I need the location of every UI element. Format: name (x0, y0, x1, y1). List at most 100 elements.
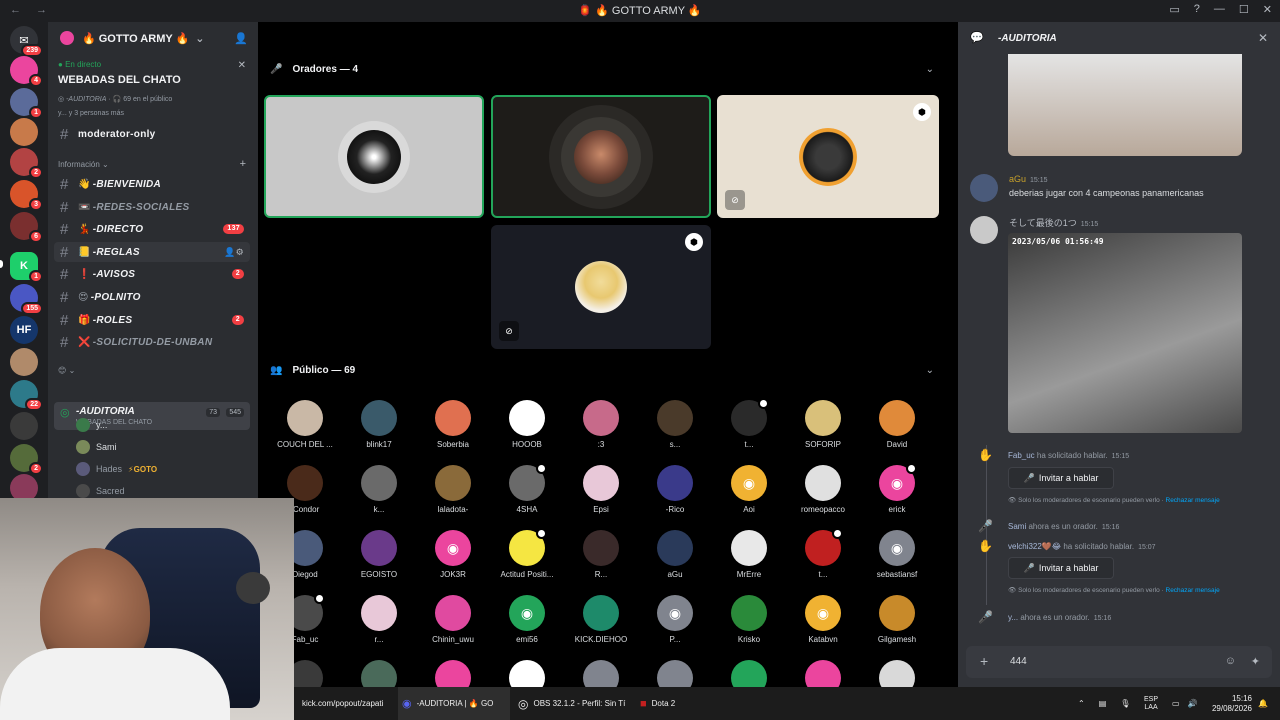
audience-member[interactable]: Epsi (564, 465, 638, 514)
maximize-button[interactable]: ☐ (1239, 3, 1249, 16)
audience-member[interactable]: Soberbia (416, 400, 490, 449)
language-indicator[interactable]: ESP LAA (1144, 687, 1158, 720)
voice-user[interactable]: y... (76, 418, 107, 432)
audience-member[interactable]: Gilgamesh (860, 595, 934, 644)
audience-member[interactable]: t... (786, 528, 860, 579)
channel-item[interactable]: # ❌ -SOLICITUD-DE-UNBAN (54, 332, 250, 352)
taskbar-item[interactable]: ◉ -AUDITORIA | 🔥 GO (398, 687, 510, 720)
channel-item[interactable]: # ❗ -AVISOS 2 (54, 264, 250, 284)
server-icon[interactable]: 3 (10, 180, 43, 211)
audience-member[interactable]: laladota- (416, 465, 490, 514)
audience-member[interactable]: R... (564, 530, 638, 579)
audience-member[interactable]: t... (712, 398, 786, 449)
invite-to-speak-button[interactable]: 🎤 Invitar a hablar (1008, 557, 1114, 579)
audience-member[interactable]: s... (638, 400, 712, 449)
server-icon[interactable]: 2 (10, 444, 43, 475)
audience-member[interactable]: r... (342, 595, 416, 644)
audience-member[interactable]: ◉ Katabvn (786, 595, 860, 644)
reject-link[interactable]: Rechazar mensaje (1166, 587, 1220, 594)
audience-member[interactable]: HOOOB (490, 400, 564, 449)
category-label[interactable]: Información ⌄ (58, 160, 109, 169)
apps-icon[interactable]: ✦ (1251, 655, 1260, 668)
channel-item[interactable]: # 📒 -REGLAS 👤⚙ (54, 242, 250, 262)
avatar[interactable] (970, 174, 998, 202)
tray-status[interactable]: ▭ 🔊 (1172, 687, 1198, 720)
category-emoji[interactable]: 😊 ⌄ (58, 366, 75, 375)
server-icon[interactable]: 4 (10, 56, 43, 87)
invite-to-speak-button[interactable]: 🎤 Invitar a hablar (1008, 467, 1114, 489)
speaker-tile[interactable] (264, 95, 484, 218)
tray-icon[interactable]: ▤ (1099, 699, 1107, 708)
audience-member[interactable]: ◉ Aoi (712, 465, 786, 514)
chevron-down-icon[interactable]: ⌄ (926, 64, 934, 75)
audience-member[interactable]: EGOISTO (342, 530, 416, 579)
voice-user[interactable]: Sami (76, 440, 117, 454)
audience-member[interactable]: Actitud Positi... (490, 528, 564, 579)
mic-tray-icon[interactable]: 🎙 (1120, 699, 1130, 708)
kick-server-icon[interactable]: K1 (10, 252, 43, 283)
speaker-tile[interactable]: ⬢ ⊘ (491, 225, 711, 349)
message-composer[interactable]: + 444 ☺ ✦ (966, 646, 1272, 678)
server-icon[interactable]: 22 (10, 380, 43, 411)
home-button[interactable]: ✉ 239 (10, 26, 43, 57)
channel-item[interactable]: # 🎁 -ROLES 2 (54, 310, 250, 330)
emoji-icon[interactable]: ☺ (1225, 655, 1236, 667)
taskbar-item[interactable]: ■ Dota 2 (640, 687, 675, 720)
audience-member[interactable]: MrErre (712, 530, 786, 579)
add-member-icon[interactable]: 👤 (234, 32, 248, 45)
server-icon[interactable]: 1 (10, 88, 43, 119)
close-icon[interactable]: ✕ (1258, 31, 1268, 45)
audience-member[interactable]: ◉ emi56 (490, 595, 564, 644)
close-button[interactable]: ✕ (1263, 3, 1272, 16)
voice-user[interactable]: Sacred (76, 484, 125, 498)
audience-member[interactable]: romeopacco (786, 465, 860, 514)
audience-member[interactable]: SOFORIP (786, 400, 860, 449)
image-attachment[interactable] (1008, 54, 1242, 156)
audience-member[interactable]: KICK.DIEHOO (564, 595, 638, 644)
channel-item[interactable]: # 📼 -REDES-SOCIALES (54, 197, 250, 217)
channel-item[interactable]: # 👋 -BIENVENIDA (54, 174, 250, 194)
system-tray[interactable]: ⌃ ▤ 🎙 (1078, 687, 1130, 720)
server-icon[interactable] (10, 118, 38, 146)
voice-user[interactable]: Hades ⚡GOTO (76, 462, 157, 476)
security-camera-image[interactable]: 2023/05/06 01:56:49 (1008, 233, 1242, 433)
inbox-icon[interactable]: ▭ (1169, 3, 1179, 16)
audience-member[interactable]: k... (342, 465, 416, 514)
channel-item[interactable]: # 😍 -POLNITO (54, 287, 250, 307)
clock[interactable]: 15:16 29/08/2026 (1208, 687, 1252, 720)
hf-server-icon[interactable]: HF (10, 316, 38, 344)
audience-member[interactable]: :3 (564, 400, 638, 449)
audience-member[interactable]: ◉ erick (860, 463, 934, 514)
message-author[interactable]: aGu (1009, 174, 1026, 184)
audience-member[interactable]: COUCH DEL ... (268, 400, 342, 449)
help-icon[interactable]: ? (1194, 3, 1200, 16)
server-header[interactable]: 🔥 GOTTO ARMY 🔥 ⌄ 👤 (48, 22, 258, 54)
taskbar-item[interactable]: kick.com/popout/zapati (302, 687, 383, 720)
audience-member[interactable]: Chinin_uwu (416, 595, 490, 644)
settings-icon[interactable]: 👤⚙ (224, 247, 244, 258)
audience-member[interactable]: ◉ P... (638, 595, 712, 644)
audience-member[interactable]: blink17 (342, 400, 416, 449)
server-icon[interactable]: 2 (10, 148, 43, 179)
server-icon[interactable] (10, 348, 38, 376)
chevron-down-icon[interactable]: ⌄ (926, 365, 934, 376)
server-icon[interactable] (10, 412, 38, 440)
audience-member[interactable]: ◉ sebastiansf (860, 530, 934, 579)
speaker-tile[interactable] (491, 95, 711, 218)
message-author[interactable]: そして最後の1つ (1009, 218, 1077, 228)
avatar[interactable] (970, 216, 998, 244)
reject-link[interactable]: Rechazar mensaje (1166, 497, 1220, 504)
server-icon[interactable]: 155 (10, 284, 43, 315)
add-channel-icon[interactable]: + (240, 158, 246, 170)
message-input[interactable]: 444 (1010, 656, 1027, 667)
audience-member[interactable]: ◉ JOK3R (416, 530, 490, 579)
audience-member[interactable]: aGu (638, 530, 712, 579)
audience-member[interactable]: 4SHA (490, 463, 564, 514)
audience-member[interactable]: -Rico (638, 465, 712, 514)
minimize-button[interactable]: — (1214, 3, 1225, 16)
attach-plus-icon[interactable]: + (980, 653, 988, 669)
server-icon[interactable]: 6 (10, 212, 43, 243)
audience-member[interactable]: David (860, 400, 934, 449)
channel-item[interactable]: # 💃 -DIRECTO 137 (54, 219, 250, 239)
speaker-tile[interactable]: ⬢ ⊘ (717, 95, 939, 218)
